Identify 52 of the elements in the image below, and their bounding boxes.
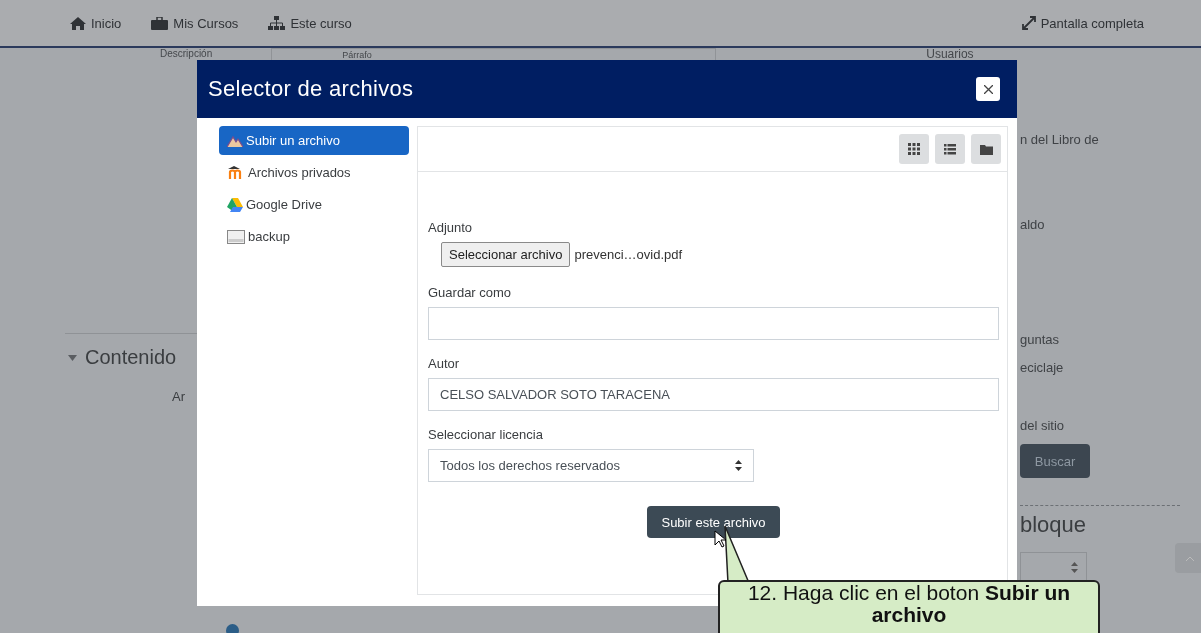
section-title: Contenido	[85, 346, 177, 369]
briefcase-icon	[151, 16, 169, 30]
block-link[interactable]: del sitio	[1020, 418, 1065, 434]
block-heading: bloque	[1020, 512, 1087, 538]
instruction-callout: 12. Haga clic en el boton Subir un archivo	[718, 580, 1100, 633]
field-label: Adjunto	[428, 220, 474, 235]
nav-link[interactable]: Mis Cursos	[151, 15, 239, 31]
field-label: Descripción	[160, 48, 213, 60]
list-icon	[944, 143, 956, 155]
upload-button[interactable]: Subir este archivo	[647, 506, 780, 538]
view-button[interactable]	[899, 134, 929, 164]
nav-link[interactable]: Inicio	[70, 15, 122, 31]
repository-item[interactable]: Subir un archivo	[219, 126, 409, 155]
drive-icon	[227, 197, 243, 212]
caret-icon	[68, 354, 77, 361]
license-select[interactable]: Todos los derechos reservados	[428, 449, 754, 482]
view-button[interactable]	[971, 134, 1001, 164]
sitemap-icon	[268, 16, 286, 30]
block-link[interactable]: aldo	[1020, 217, 1045, 233]
file-name: prevenci…ovid.pdf	[574, 247, 683, 262]
updown-arrows-icon	[735, 460, 742, 471]
users-link[interactable]: Usuarios	[926, 48, 974, 60]
mountain-icon	[227, 134, 243, 147]
field-label: Autor	[428, 356, 461, 371]
updown-arrows-icon	[1071, 561, 1078, 573]
grid-icon	[908, 143, 920, 155]
expand-icon	[1021, 16, 1036, 30]
field-label: Guardar como	[428, 285, 513, 300]
section-heading[interactable]: Contenido	[68, 346, 197, 369]
close-icon	[983, 84, 993, 94]
close-button[interactable]	[976, 77, 1000, 101]
cursor-icon	[714, 530, 726, 548]
section-text: Ar	[172, 389, 186, 404]
save-as-field[interactable]	[428, 307, 999, 340]
author-field[interactable]: CELSO SALVADOR SOTO TARACENA	[428, 378, 999, 411]
block-link[interactable]: guntas	[1020, 332, 1060, 348]
view-button[interactable]	[935, 134, 965, 164]
block-link[interactable]: n del Libro de	[1020, 132, 1099, 148]
repository-item[interactable]: Archivos privados	[219, 158, 409, 187]
fullscreen-link[interactable]: Pantalla completa	[1021, 15, 1144, 31]
choose-file-button[interactable]: Seleccionar archivo	[441, 242, 571, 267]
block-link[interactable]: eciclaje	[1020, 360, 1064, 376]
chevron-up-icon	[1186, 555, 1194, 561]
field-label: Seleccionar licencia	[428, 427, 544, 442]
repository-item[interactable]: backup	[219, 222, 409, 251]
home-icon	[70, 16, 86, 30]
search-button[interactable]: Buscar	[1020, 444, 1090, 478]
dialog-title: Selector de archivos	[208, 76, 414, 102]
nav-link[interactable]: Este curso	[268, 15, 352, 31]
folder-icon	[979, 143, 993, 155]
format-select[interactable]: Párrafo	[342, 48, 372, 61]
repository-item[interactable]: Google Drive	[219, 190, 409, 219]
